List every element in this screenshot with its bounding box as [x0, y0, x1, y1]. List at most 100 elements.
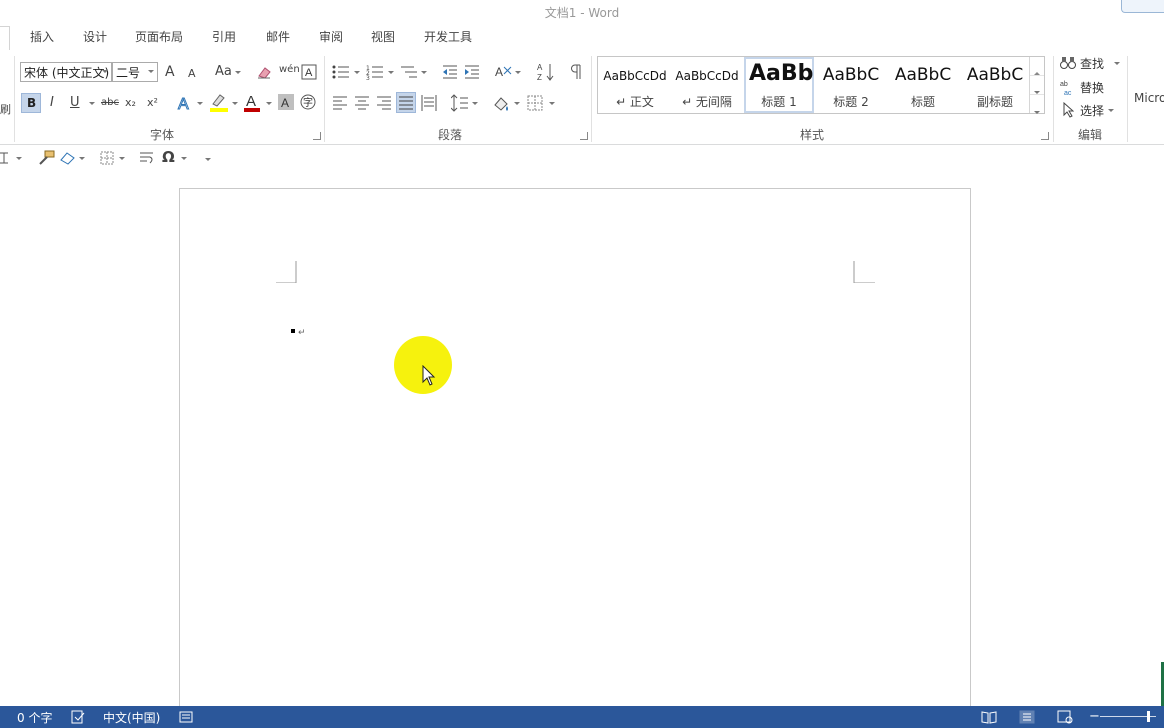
tab-design[interactable]: 设计 — [83, 28, 107, 45]
change-case-button[interactable]: Aa — [215, 64, 232, 80]
phonetic-guide-button[interactable]: wén — [279, 62, 300, 78]
bullets-icon[interactable] — [332, 64, 350, 80]
shrink-font-button[interactable]: A — [188, 66, 196, 82]
styles-group-label: 样式 — [799, 128, 824, 142]
bold-button[interactable]: B — [21, 93, 41, 113]
chevron-down-icon[interactable] — [197, 102, 203, 105]
increase-indent-icon[interactable] — [464, 64, 480, 80]
decrease-indent-icon[interactable] — [442, 64, 458, 80]
ribbon: 刷 宋体 (中文正文) 二号 A A Aa wén A B I U abc x₂… — [0, 50, 1164, 145]
strikethrough-button[interactable]: abc — [101, 95, 119, 111]
format-painter-icon[interactable] — [37, 150, 55, 166]
chevron-down-icon[interactable] — [119, 157, 125, 160]
chevron-down-icon[interactable] — [148, 70, 154, 73]
tab-mailings[interactable]: 邮件 — [266, 28, 290, 45]
chevron-down-icon[interactable] — [549, 102, 555, 105]
omega-icon[interactable]: Ω — [162, 149, 175, 165]
borders-icon[interactable] — [527, 95, 543, 111]
gallery-scroll[interactable] — [1029, 57, 1044, 114]
gallery-more-button[interactable] — [1030, 95, 1044, 114]
paragraph-dialog-launcher[interactable] — [580, 132, 588, 140]
styles-dialog-launcher[interactable] — [1041, 132, 1049, 140]
underline-button[interactable]: U — [70, 95, 80, 111]
tab-review[interactable]: 审阅 — [319, 28, 343, 45]
subscript-button[interactable]: x₂ — [125, 95, 136, 111]
chevron-down-icon[interactable] — [16, 157, 22, 160]
table-borders-icon[interactable] — [100, 151, 114, 165]
align-center-icon[interactable] — [355, 96, 369, 110]
superscript-button[interactable]: x² — [147, 95, 158, 111]
character-shading-icon[interactable]: A — [278, 94, 294, 110]
style-subtitle[interactable]: AaBbC 副标题 — [960, 57, 1030, 113]
font-color-icon[interactable]: A — [243, 92, 261, 112]
print-layout-icon[interactable] — [1019, 710, 1035, 724]
font-name-combo[interactable]: 宋体 (中文正文) — [20, 62, 112, 82]
customize-qat-icon[interactable] — [205, 158, 211, 161]
distributed-icon[interactable] — [421, 95, 437, 111]
chevron-down-icon[interactable] — [514, 102, 520, 105]
enclose-characters-icon[interactable]: 字 — [300, 94, 316, 110]
macro-record-icon[interactable] — [179, 710, 193, 724]
chevron-down-icon[interactable] — [266, 102, 272, 105]
style-heading-2[interactable]: AaBbC 标题 2 — [816, 57, 886, 113]
chevron-down-icon[interactable] — [1114, 62, 1120, 65]
chevron-down-icon[interactable] — [181, 157, 187, 160]
tab-view[interactable]: 视图 — [371, 28, 395, 45]
tab-home-selected-edge[interactable] — [0, 26, 10, 51]
zoom-out-button[interactable]: − — [1089, 709, 1100, 724]
style-no-spacing[interactable]: AaBbCcDd ↵ 无间隔 — [672, 57, 742, 113]
chevron-down-icon[interactable] — [515, 71, 521, 74]
numbering-icon[interactable]: 1 2 3 — [366, 64, 384, 80]
proofing-book-icon[interactable] — [71, 710, 85, 724]
chevron-down-icon[interactable] — [1108, 109, 1114, 112]
style-name: ↵ 正文 — [616, 95, 654, 109]
chevron-down-icon[interactable] — [388, 71, 394, 74]
ribbon-display-button[interactable] — [1121, 0, 1164, 13]
chevron-down-icon[interactable] — [232, 102, 238, 105]
tab-layout[interactable]: 页面布局 — [135, 28, 183, 45]
addin-label-cut[interactable]: Micro — [1134, 90, 1164, 106]
text-effects-icon[interactable]: A — [176, 94, 194, 113]
tab-insert[interactable]: 插入 — [30, 28, 54, 45]
read-mode-icon[interactable] — [981, 710, 997, 724]
character-border-icon[interactable]: A — [301, 64, 317, 80]
language-indicator[interactable]: 中文(中国) — [103, 709, 160, 726]
italic-button[interactable]: I — [50, 95, 54, 111]
document-page[interactable]: ↵ — [179, 188, 971, 728]
word-count[interactable]: 0 个字 — [17, 709, 52, 726]
sort-icon[interactable]: A Z — [537, 62, 555, 82]
chevron-down-icon[interactable] — [79, 157, 85, 160]
multilevel-list-icon[interactable] — [400, 64, 418, 80]
align-left-icon[interactable] — [333, 96, 347, 110]
chinese-layout-icon[interactable]: A — [494, 63, 512, 81]
style-title[interactable]: AaBbC 标题 — [888, 57, 958, 113]
clear-formatting-icon[interactable] — [256, 64, 272, 80]
zoom-slider-thumb[interactable] — [1147, 711, 1150, 722]
chevron-down-icon[interactable] — [102, 70, 108, 73]
grow-font-button[interactable]: A — [165, 64, 175, 80]
chevron-down-icon[interactable] — [472, 102, 478, 105]
font-dialog-launcher[interactable] — [313, 132, 321, 140]
style-heading-1[interactable]: AaBb 标题 1 — [744, 57, 814, 113]
chevron-down-icon[interactable] — [421, 71, 427, 74]
tab-developer[interactable]: 开发工具 — [424, 28, 472, 45]
style-name: ↵ 无间隔 — [682, 95, 732, 109]
highlight-icon[interactable] — [209, 92, 229, 112]
chevron-down-icon[interactable] — [354, 71, 360, 74]
align-right-icon[interactable] — [377, 96, 391, 110]
eraser-icon[interactable] — [59, 150, 77, 166]
tab-references[interactable]: 引用 — [212, 28, 236, 45]
gallery-down-button[interactable] — [1030, 76, 1044, 95]
style-name: 标题 — [910, 95, 935, 109]
chevron-down-icon[interactable] — [235, 71, 241, 74]
chevron-down-icon[interactable] — [89, 102, 95, 105]
web-layout-icon[interactable] — [1057, 710, 1073, 724]
shading-icon[interactable] — [492, 94, 510, 112]
text-wrap-icon[interactable] — [139, 151, 155, 165]
gallery-up-button[interactable] — [1030, 57, 1044, 76]
justify-button[interactable] — [396, 92, 416, 113]
layout-icon[interactable] — [0, 151, 14, 165]
style-normal[interactable]: AaBbCcDd ↵ 正文 — [600, 57, 670, 113]
line-spacing-icon[interactable] — [451, 94, 469, 112]
show-formatting-marks-icon[interactable] — [568, 63, 584, 81]
